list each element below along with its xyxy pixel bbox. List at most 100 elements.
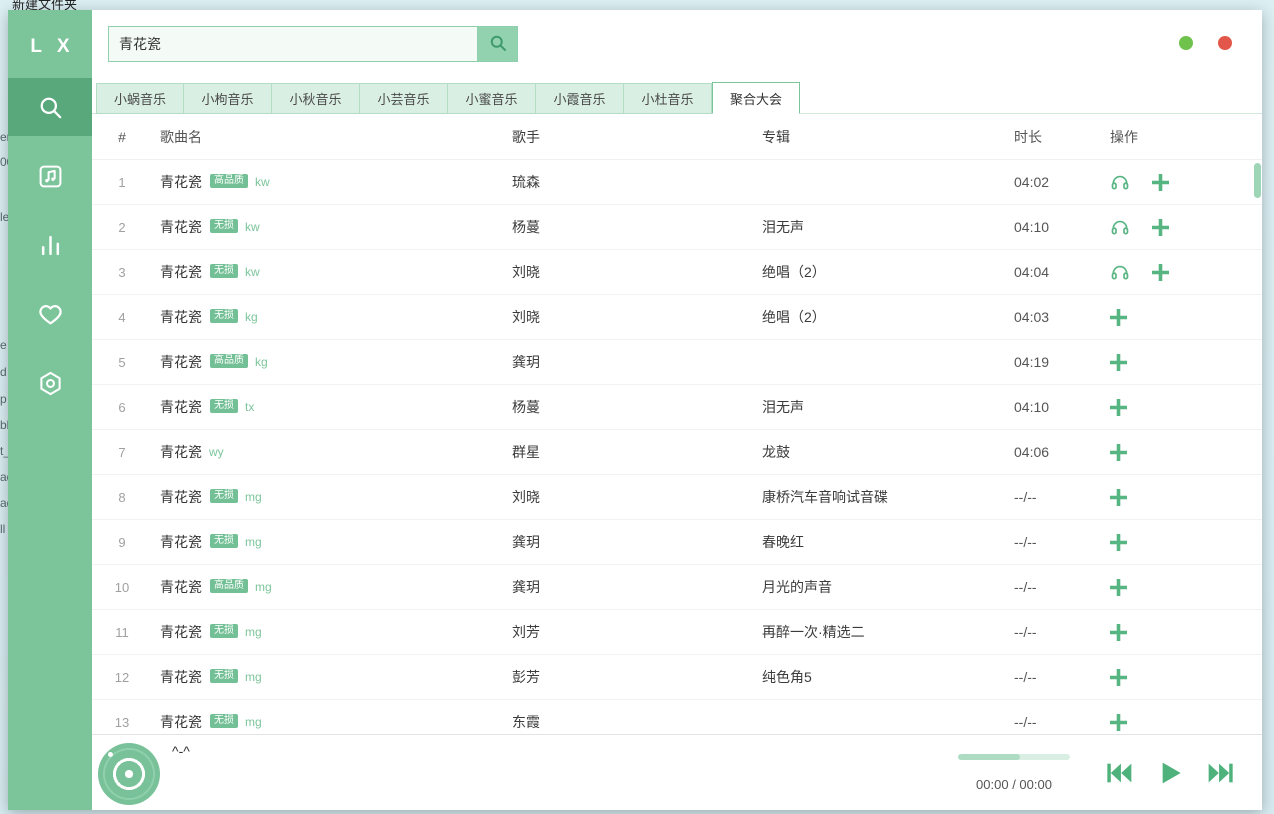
table-row[interactable]: 4青花瓷无损kg刘晓绝唱（2）04:03 — [92, 295, 1262, 340]
artist-name: 杨蔓 — [512, 217, 762, 237]
song-name: 青花瓷 — [160, 307, 202, 327]
duration: --/-- — [1014, 669, 1110, 685]
song-name: 青花瓷 — [160, 397, 202, 417]
song-name-cell: 青花瓷wy — [152, 442, 512, 462]
quality-badge: 高品质 — [210, 174, 248, 188]
table-row[interactable]: 8青花瓷无损mg刘晓康桥汽车音响试音碟--/-- — [92, 475, 1262, 520]
tab-小霞音乐[interactable]: 小霞音乐 — [536, 83, 624, 114]
add-button[interactable] — [1110, 489, 1127, 506]
action-cell — [1110, 399, 1262, 416]
row-index: 9 — [92, 535, 152, 550]
minimize-dot-button[interactable] — [1179, 36, 1193, 50]
tab-小枸音乐[interactable]: 小枸音乐 — [184, 83, 272, 114]
artist-name: 龚玥 — [512, 352, 762, 372]
add-button[interactable] — [1110, 534, 1127, 551]
song-name: 青花瓷 — [160, 172, 202, 192]
tab-小秋音乐[interactable]: 小秋音乐 — [272, 83, 360, 114]
action-cell — [1110, 262, 1262, 282]
player-time: 00:00 / 00:00 — [976, 777, 1052, 792]
add-button[interactable] — [1110, 714, 1127, 731]
search-input[interactable] — [108, 26, 478, 62]
quality-badge: 无损 — [210, 534, 238, 548]
search-button[interactable] — [478, 26, 518, 62]
song-name-cell: 青花瓷高品质kg — [152, 352, 512, 372]
play-button[interactable] — [1154, 757, 1186, 789]
listen-headphone-button[interactable] — [1110, 262, 1130, 282]
action-cell — [1110, 309, 1262, 326]
heart-icon — [37, 301, 64, 328]
sidebar-item-settings[interactable] — [8, 354, 92, 412]
table-row[interactable]: 7青花瓷wy群星龙鼓04:06 — [92, 430, 1262, 475]
artist-name: 杨蔓 — [512, 397, 762, 417]
album-disc[interactable] — [98, 743, 160, 805]
quality-badge: 无损 — [210, 489, 238, 503]
add-button[interactable] — [1110, 354, 1127, 371]
topbar — [92, 10, 1262, 82]
duration: 04:03 — [1014, 309, 1110, 325]
table-row[interactable]: 3青花瓷无损kw刘晓绝唱（2）04:04 — [92, 250, 1262, 295]
add-button[interactable] — [1110, 399, 1127, 416]
sidebar-item-search[interactable] — [8, 78, 92, 136]
album-name: 月光的声音 — [762, 577, 1014, 597]
previous-track-button[interactable] — [1102, 757, 1134, 789]
table-row[interactable]: 10青花瓷高品质mg龚玥月光的声音--/-- — [92, 565, 1262, 610]
player-bar: ^-^ 00:00 / 00:00 — [92, 734, 1262, 810]
progress-bar[interactable] — [958, 754, 1070, 760]
quality-badge: 高品质 — [210, 354, 248, 368]
tab-小芸音乐[interactable]: 小芸音乐 — [360, 83, 448, 114]
table-row[interactable]: 11青花瓷无损mg刘芳再醉一次·精选二--/-- — [92, 610, 1262, 655]
tab-小杜音乐[interactable]: 小杜音乐 — [624, 83, 712, 114]
sidebar-item-favorites[interactable] — [8, 285, 92, 343]
song-rows: 1青花瓷高品质kw琉森04:022青花瓷无损kw杨蔓泪无声04:103青花瓷无损… — [92, 160, 1262, 734]
song-name: 青花瓷 — [160, 262, 202, 282]
next-track-button[interactable] — [1206, 757, 1238, 789]
song-name-cell: 青花瓷无损kw — [152, 262, 512, 282]
window-controls — [1179, 26, 1232, 50]
table-row[interactable]: 2青花瓷无损kw杨蔓泪无声04:10 — [92, 205, 1262, 250]
add-button[interactable] — [1110, 624, 1127, 641]
add-button[interactable] — [1110, 444, 1127, 461]
add-button[interactable] — [1152, 264, 1169, 281]
player-controls — [1102, 757, 1238, 789]
artist-name: 彭芳 — [512, 667, 762, 687]
table-row[interactable]: 6青花瓷无损tx杨蔓泪无声04:10 — [92, 385, 1262, 430]
table-row[interactable]: 9青花瓷无损mg龚玥春晚红--/-- — [92, 520, 1262, 565]
quality-badge: 无损 — [210, 219, 238, 233]
scrollbar-thumb[interactable] — [1254, 163, 1261, 198]
table-body: 1青花瓷高品质kw琉森04:022青花瓷无损kw杨蔓泪无声04:103青花瓷无损… — [92, 160, 1262, 734]
chart-bars-icon — [37, 232, 64, 259]
duration: 04:02 — [1014, 174, 1110, 190]
listen-headphone-button[interactable] — [1110, 217, 1130, 237]
tab-聚合大会[interactable]: 聚合大会 — [712, 82, 800, 114]
table-row[interactable]: 5青花瓷高品质kg龚玥04:19 — [92, 340, 1262, 385]
table-row[interactable]: 1青花瓷高品质kw琉森04:02 — [92, 160, 1262, 205]
action-cell — [1110, 534, 1262, 551]
tab-小蜗音乐[interactable]: 小蜗音乐 — [96, 83, 184, 114]
quality-badge: 无损 — [210, 669, 238, 683]
add-button[interactable] — [1152, 219, 1169, 236]
artist-name: 刘晓 — [512, 487, 762, 507]
song-name-cell: 青花瓷无损tx — [152, 397, 512, 417]
source-tag: mg — [245, 490, 262, 504]
sidebar-item-leaderboard[interactable] — [8, 216, 92, 274]
add-button[interactable] — [1110, 309, 1127, 326]
artist-name: 龚玥 — [512, 532, 762, 552]
sidebar-item-my-music[interactable] — [8, 147, 92, 205]
add-button[interactable] — [1110, 579, 1127, 596]
action-cell — [1110, 172, 1262, 192]
source-tag: kw — [255, 175, 270, 189]
table-row[interactable]: 13青花瓷无损mg东霞--/-- — [92, 700, 1262, 734]
song-name: 青花瓷 — [160, 622, 202, 642]
listen-headphone-button[interactable] — [1110, 172, 1130, 192]
table-row[interactable]: 12青花瓷无损mg彭芳纯色角5--/-- — [92, 655, 1262, 700]
header-duration: 时长 — [1014, 127, 1110, 147]
row-index: 1 — [92, 175, 152, 190]
close-dot-button[interactable] — [1218, 36, 1232, 50]
album-name: 春晚红 — [762, 532, 1014, 552]
add-button[interactable] — [1110, 669, 1127, 686]
add-button[interactable] — [1152, 174, 1169, 191]
artist-name: 群星 — [512, 442, 762, 462]
tab-小蜜音乐[interactable]: 小蜜音乐 — [448, 83, 536, 114]
row-index: 4 — [92, 310, 152, 325]
action-cell — [1110, 489, 1262, 506]
